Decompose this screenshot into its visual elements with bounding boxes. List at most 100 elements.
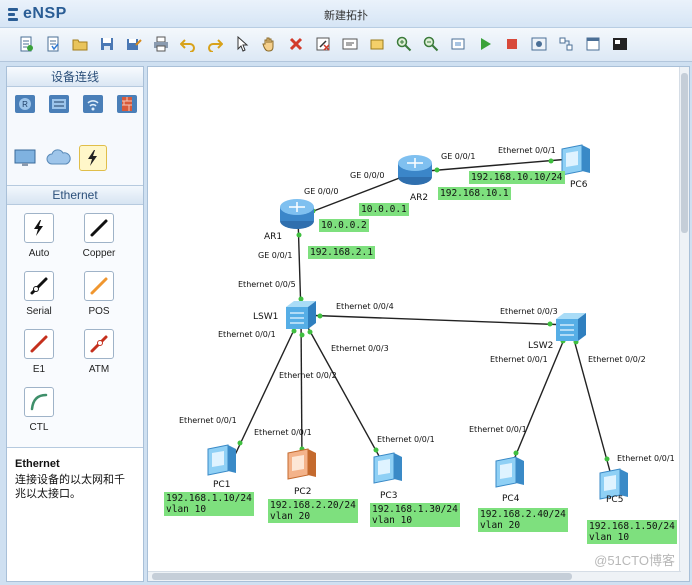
save-as-button[interactable] — [123, 33, 145, 55]
node-label-pc4: PC4 — [502, 494, 520, 504]
undo-button[interactable] — [177, 33, 199, 55]
save-as-icon — [127, 39, 142, 50]
cable-pos[interactable]: POS — [69, 271, 129, 327]
ip-label-pc5: 192.168.1.50/24 vlan 10 — [587, 520, 677, 544]
capture-button[interactable] — [528, 33, 550, 55]
vertical-scrollbar[interactable] — [679, 67, 689, 581]
cable-category[interactable] — [79, 145, 107, 171]
text-button[interactable] — [339, 33, 361, 55]
node-label-ar2: AR2 — [410, 193, 429, 203]
ip-label-pc4: 192.168.2.40/24 vlan 20 — [478, 508, 568, 532]
router-ar2[interactable] — [396, 153, 434, 190]
cable-pos-label: POS — [88, 306, 110, 317]
wireless-category[interactable] — [79, 91, 107, 117]
firewall-category[interactable] — [113, 91, 141, 117]
stop-device-button[interactable] — [501, 33, 523, 55]
restore-size-button[interactable] — [447, 33, 469, 55]
delete-button[interactable] — [285, 33, 307, 55]
pc-pc3[interactable] — [370, 451, 406, 490]
zoom-out-icon — [423, 36, 439, 52]
cable-ctl-label: CTL — [29, 422, 49, 433]
ip-label-ar1-wan: 10.0.0.2 — [319, 219, 369, 232]
terminal-button[interactable] — [609, 33, 631, 55]
select-button[interactable] — [231, 33, 253, 55]
hand-icon — [262, 37, 274, 52]
start-device-button[interactable] — [474, 33, 496, 55]
cloud-category[interactable] — [45, 145, 73, 171]
cable-serial[interactable]: Serial — [9, 271, 69, 327]
port-label: Ethernet 0/0/1 — [490, 355, 548, 364]
play-icon — [481, 38, 491, 50]
delete-links-button[interactable] — [312, 33, 334, 55]
open-button[interactable] — [69, 33, 91, 55]
rectangle-icon — [370, 39, 384, 50]
redo-button[interactable] — [204, 33, 226, 55]
cable-copper[interactable]: Copper — [69, 213, 129, 269]
topology-canvas[interactable]: AR1 AR2 LSW1 LSW2 PC6 PC1 PC2 PC3 PC4 PC… — [147, 66, 690, 582]
auto-cable-icon — [24, 213, 54, 243]
switch-lsw1[interactable] — [284, 299, 318, 334]
ip-label-pc3: 192.168.1.30/24 vlan 10 — [370, 503, 460, 527]
cable-ctl[interactable]: CTL — [9, 387, 69, 443]
port-label: Ethernet 0/0/3 — [500, 307, 558, 316]
switch-category[interactable] — [45, 91, 73, 117]
port-label: Ethernet 0/0/1 — [498, 146, 556, 155]
pc-category[interactable] — [11, 145, 39, 171]
cable-serial-label: Serial — [26, 306, 52, 317]
save-button[interactable] — [96, 33, 118, 55]
cable-info-box: Ethernet 连接设备的以太网和千兆以太接口。 — [7, 447, 143, 581]
node-label-pc1: PC1 — [213, 480, 231, 490]
pc-pc4[interactable] — [492, 455, 528, 494]
cable-atm[interactable]: ATM — [69, 329, 129, 385]
palette-button[interactable] — [582, 33, 604, 55]
folder-open-icon — [72, 39, 88, 51]
horizontal-scrollbar[interactable] — [148, 571, 681, 581]
link-lsw1-pc3[interactable] — [300, 314, 385, 466]
drag-button[interactable] — [258, 33, 280, 55]
ip-label-ar1-lan: 192.168.2.1 — [308, 246, 375, 259]
wireless-icon — [83, 95, 103, 113]
cable-atm-label: ATM — [88, 364, 110, 375]
pc-pc1[interactable] — [204, 443, 240, 482]
router-ar1[interactable] — [278, 197, 316, 234]
vertical-scroll-thumb[interactable] — [681, 73, 688, 233]
router-icon — [280, 199, 314, 229]
port-label: Ethernet 0/0/1 — [469, 425, 527, 434]
show-interface-button[interactable] — [555, 33, 577, 55]
zoom-in-button[interactable] — [393, 33, 415, 55]
horizontal-scroll-thumb[interactable] — [152, 573, 572, 580]
monitor-icon — [14, 149, 36, 166]
zoom-in-icon — [396, 36, 412, 52]
text-note-icon — [342, 38, 358, 50]
cable-auto[interactable]: Auto — [9, 213, 69, 269]
pos-cable-icon — [84, 271, 114, 301]
pc-pc2[interactable] — [284, 447, 320, 486]
port-label: GE 0/0/1 — [441, 152, 476, 161]
new-topology-button[interactable] — [15, 33, 37, 55]
ip-label-pc6: 192.168.10.10/24 — [469, 171, 565, 184]
title-bar: eNSP 新建拓扑 — [0, 0, 692, 28]
new-example-button[interactable] — [42, 33, 64, 55]
cable-type-header: Ethernet — [7, 185, 143, 205]
ensp-window: eNSP 新建拓扑 设备连线 R Ethernet Auto Copper Se… — [0, 0, 692, 585]
example-file-icon — [47, 36, 59, 52]
switch-lsw2[interactable] — [554, 311, 588, 346]
cable-copper-label: Copper — [82, 248, 116, 259]
delete-link-icon — [316, 37, 330, 51]
link-lsw2-pc5[interactable] — [569, 324, 612, 476]
router-category[interactable]: R — [11, 91, 39, 117]
node-label-lsw2: LSW2 — [528, 341, 554, 351]
cable-e1[interactable]: E1 — [9, 329, 69, 385]
rectangle-button[interactable] — [366, 33, 388, 55]
link-lsw1-pc2[interactable] — [300, 314, 303, 466]
device-category-grid: R — [7, 87, 143, 185]
pc-icon — [495, 456, 524, 488]
zoom-out-button[interactable] — [420, 33, 442, 55]
print-button[interactable] — [150, 33, 172, 55]
port-label: Ethernet 0/0/5 — [238, 280, 296, 289]
new-file-icon — [20, 36, 33, 52]
link-lsw1-lsw2[interactable] — [300, 314, 571, 326]
port-label: Ethernet 0/0/4 — [336, 302, 394, 311]
port-label: Ethernet 0/0/1 — [617, 454, 675, 463]
undo-icon — [180, 39, 195, 52]
